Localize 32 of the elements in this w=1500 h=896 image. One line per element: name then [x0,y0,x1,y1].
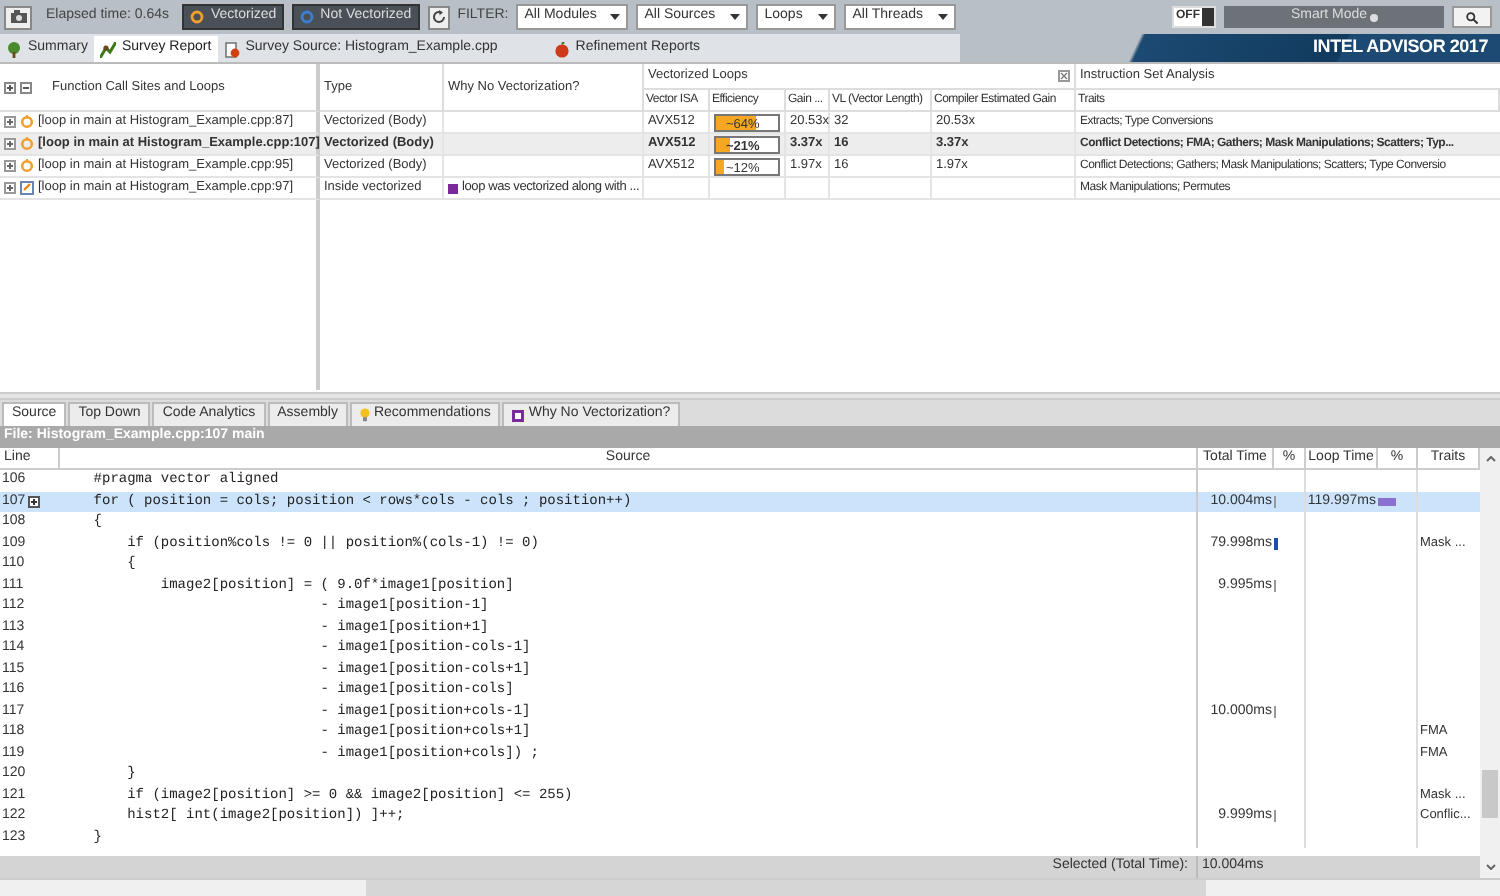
refresh-icon [431,10,446,24]
loop-icon [20,158,34,174]
loop-box-icon [20,180,34,196]
horizontal-scrollbar-thumb[interactable] [366,880,1206,896]
search-icon [1466,11,1478,23]
scroll-up-button[interactable] [1480,448,1500,469]
lightbulb-icon [359,408,370,422]
refresh-button[interactable] [427,5,450,29]
chevron-up-icon [1485,455,1495,462]
info-icon [1369,13,1378,21]
message-icon [512,409,525,421]
message-icon [448,183,458,193]
search-button[interactable] [1452,6,1492,28]
loop-icon [20,114,34,130]
expand-icon [4,160,16,172]
camera-button[interactable] [4,5,32,29]
chevron-down-icon [1485,864,1495,870]
expand-icon [4,116,16,128]
collapse-group-button[interactable] [1058,70,1070,82]
caret-icon [730,14,741,20]
expand-icon [4,138,16,150]
collapse-icon [1060,72,1068,80]
camera-icon [9,10,27,24]
caret-icon [818,14,829,20]
scrollbar-thumb[interactable] [1482,770,1498,818]
expand-all-icon [4,81,16,93]
loop-icon [20,136,34,152]
caret-icon [938,14,949,20]
expand-icon [4,182,16,194]
scroll-down-button[interactable] [1480,856,1500,878]
collapse-all-icon [20,81,32,93]
caret-icon [610,14,621,20]
